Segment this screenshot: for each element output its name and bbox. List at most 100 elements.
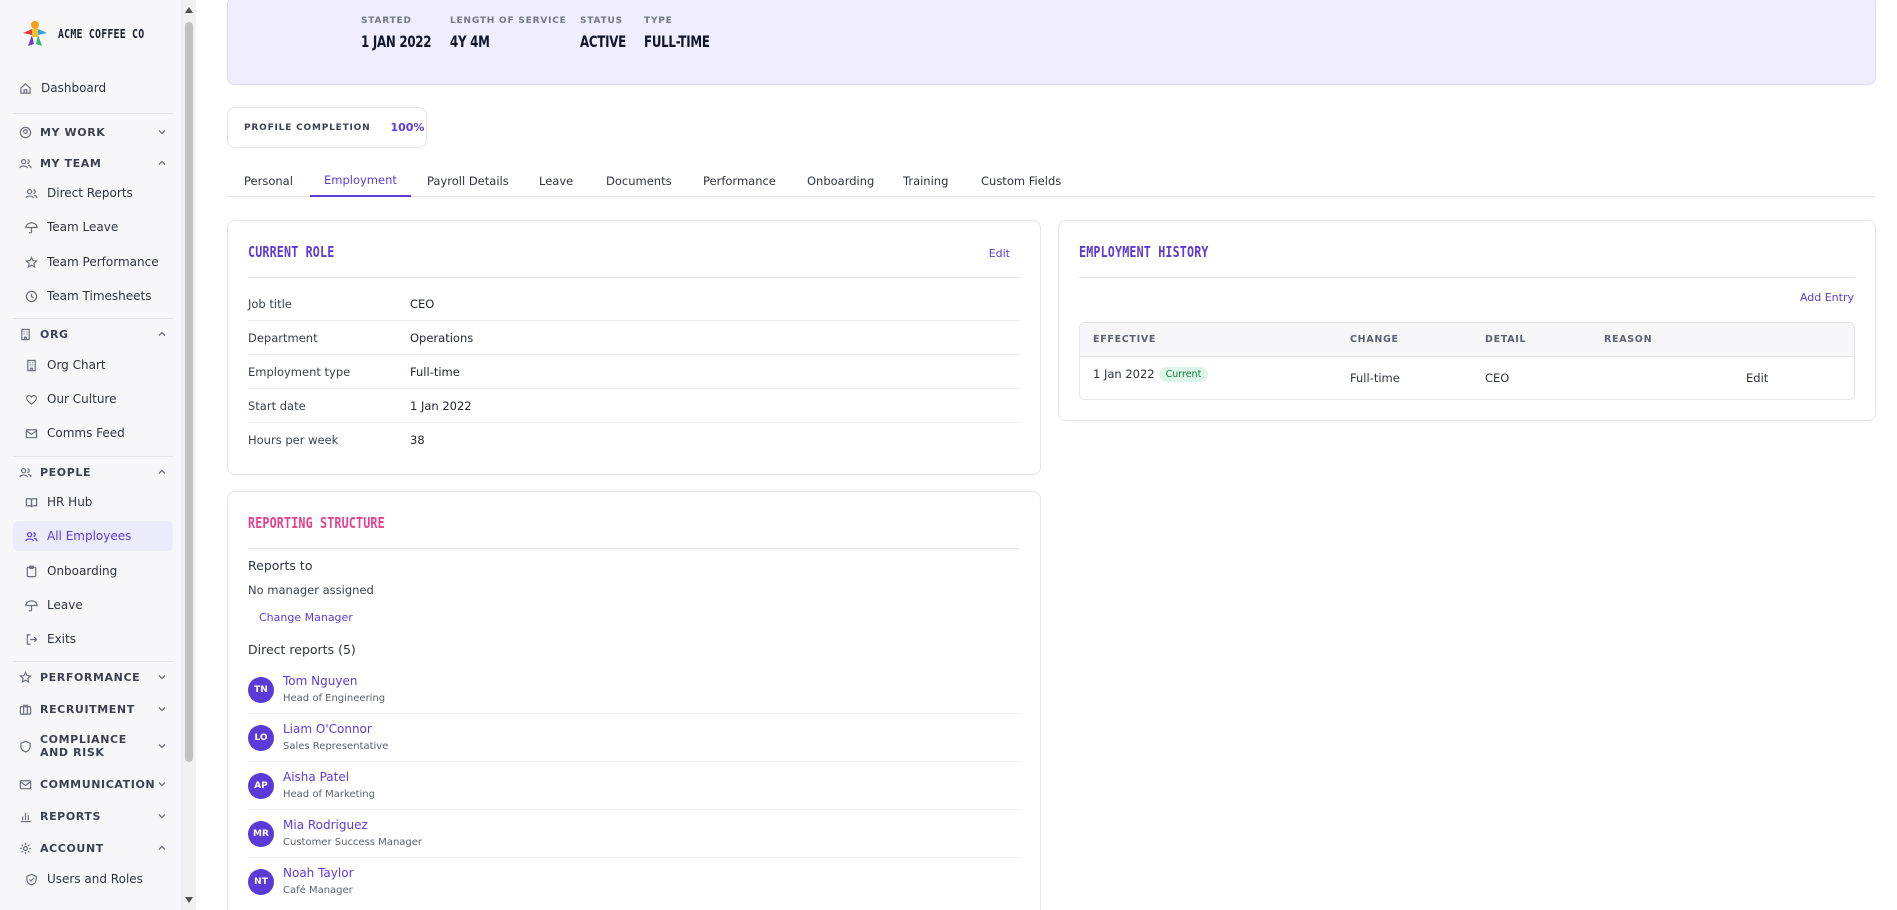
tab-employment[interactable]: Employment bbox=[310, 164, 411, 197]
direct-report-item[interactable]: TN Tom Nguyen Head of Engineering bbox=[248, 666, 1020, 714]
sidebar-item-label: Direct Reports bbox=[47, 186, 133, 200]
stat-value: 1 JAN 2022 bbox=[361, 32, 432, 51]
sidebar-item-all-employees[interactable]: All Employees bbox=[13, 521, 173, 551]
person-name[interactable]: Liam O'Connor bbox=[283, 722, 372, 736]
tab-documents[interactable]: Documents bbox=[606, 164, 672, 197]
briefcase-icon bbox=[18, 702, 32, 716]
sidebar-item-our-culture[interactable]: Our Culture bbox=[13, 384, 173, 414]
sidebar-item-onboarding[interactable]: Onboarding bbox=[13, 556, 173, 586]
sidebar-item-exits[interactable]: Exits bbox=[13, 624, 173, 654]
person-name[interactable]: Noah Taylor bbox=[283, 866, 354, 880]
sidebar-item-hr-hub[interactable]: HR Hub bbox=[13, 487, 173, 517]
section-compliance[interactable]: COMPLIANCE AND RISK bbox=[13, 730, 173, 762]
field-value: 1 Jan 2022 bbox=[410, 398, 472, 413]
avatar: TN bbox=[248, 677, 274, 703]
chevron-down-icon bbox=[158, 707, 166, 712]
section-account[interactable]: ACCOUNT bbox=[13, 836, 173, 860]
sidebar: ACME COFFEE CO Dashboard MY WORK MY TEAM… bbox=[0, 0, 182, 910]
field-value: CEO bbox=[410, 296, 435, 311]
stat-label: STARTED bbox=[361, 16, 412, 26]
section-performance[interactable]: PERFORMANCE bbox=[13, 665, 173, 689]
section-communication[interactable]: COMMUNICATION bbox=[13, 772, 173, 796]
field-row: Job title CEO bbox=[248, 287, 1020, 321]
scroll-up-arrow-icon[interactable] bbox=[184, 5, 194, 15]
avatar: AP bbox=[248, 773, 274, 799]
change-manager-button[interactable]: Change Manager bbox=[259, 611, 353, 624]
stat-type: TYPE FULL-TIME bbox=[644, 16, 724, 51]
section-people[interactable]: PEOPLE bbox=[13, 460, 173, 484]
section-my-team[interactable]: MY TEAM bbox=[13, 151, 173, 175]
building-icon bbox=[18, 327, 32, 341]
stat-length-of-service: LENGTH OF SERVICE 4Y 4M bbox=[450, 16, 567, 51]
sidebar-item-org-chart[interactable]: Org Chart bbox=[13, 350, 173, 380]
edit-history-button[interactable]: Edit bbox=[1746, 371, 1768, 385]
sidebar-item-leave[interactable]: Leave bbox=[13, 590, 173, 620]
column-header: DETAIL bbox=[1485, 334, 1527, 345]
change-cell: Full-time bbox=[1350, 371, 1400, 385]
direct-report-item[interactable]: LO Liam O'Connor Sales Representative bbox=[248, 714, 1020, 762]
sidebar-item-team-timesheets[interactable]: Team Timesheets bbox=[13, 281, 173, 311]
section-my-work[interactable]: MY WORK bbox=[13, 120, 173, 144]
umbrella-icon bbox=[24, 598, 38, 612]
add-entry-button[interactable]: Add Entry bbox=[1800, 291, 1854, 304]
sidebar-item-label: Exits bbox=[47, 632, 76, 646]
stat-value: ACTIVE bbox=[580, 32, 626, 51]
sidebar-item-team-performance[interactable]: Team Performance bbox=[13, 247, 173, 277]
tab-onboarding[interactable]: Onboarding bbox=[807, 164, 874, 197]
direct-reports-label: Direct reports (5) bbox=[248, 642, 356, 657]
sidebar-item-dashboard[interactable]: Dashboard bbox=[13, 73, 173, 103]
section-label: AND RISK bbox=[40, 746, 105, 759]
scroll-down-arrow-icon[interactable] bbox=[184, 895, 194, 905]
chevron-down-icon bbox=[158, 675, 166, 680]
direct-report-item[interactable]: AP Aisha Patel Head of Marketing bbox=[248, 762, 1020, 810]
user-circle-icon bbox=[18, 125, 32, 139]
stat-label: STATUS bbox=[580, 16, 623, 26]
table-header: EFFECTIVE CHANGE DETAIL REASON bbox=[1080, 323, 1854, 357]
users-icon bbox=[18, 465, 32, 479]
direct-report-item[interactable]: NT Noah Taylor Café Manager bbox=[248, 858, 1020, 906]
chevron-up-icon bbox=[158, 845, 166, 850]
section-label: PEOPLE bbox=[40, 465, 92, 479]
scrollbar-thumb[interactable] bbox=[185, 22, 193, 762]
section-org[interactable]: ORG bbox=[13, 322, 173, 346]
person-name[interactable]: Aisha Patel bbox=[283, 770, 349, 784]
section-label: REPORTS bbox=[40, 809, 101, 823]
tab-payroll-details[interactable]: Payroll Details bbox=[427, 164, 509, 197]
sidebar-scrollbar[interactable] bbox=[182, 0, 196, 910]
clipboard-icon bbox=[24, 564, 38, 578]
tab-custom-fields[interactable]: Custom Fields bbox=[981, 164, 1061, 197]
sidebar-item-users-and-roles[interactable]: Users and Roles bbox=[13, 864, 173, 894]
sidebar-item-label: Team Leave bbox=[47, 220, 119, 234]
tab-training[interactable]: Training bbox=[903, 164, 948, 197]
current-badge: Current bbox=[1158, 367, 1209, 382]
section-label: COMMUNICATION bbox=[40, 777, 156, 791]
reporting-structure-card: REPORTING STRUCTURE Reports to No manage… bbox=[227, 491, 1041, 910]
clock-icon bbox=[24, 289, 38, 303]
tab-leave[interactable]: Leave bbox=[539, 164, 573, 197]
users-icon bbox=[18, 156, 32, 170]
stat-label: TYPE bbox=[644, 16, 673, 26]
section-label: MY TEAM bbox=[40, 156, 102, 170]
sidebar-item-comms-feed[interactable]: Comms Feed bbox=[13, 418, 173, 448]
sidebar-item-direct-reports[interactable]: Direct Reports bbox=[13, 178, 173, 208]
section-reports[interactable]: REPORTS bbox=[13, 804, 173, 828]
edit-role-link[interactable]: Edit bbox=[989, 247, 1010, 260]
person-name[interactable]: Tom Nguyen bbox=[283, 674, 357, 688]
tab-personal[interactable]: Personal bbox=[244, 164, 293, 197]
brand[interactable]: ACME COFFEE CO bbox=[20, 18, 163, 50]
person-name[interactable]: Mia Rodriguez bbox=[283, 818, 368, 832]
tab-performance[interactable]: Performance bbox=[703, 164, 776, 197]
sidebar-item-label: All Employees bbox=[47, 529, 132, 543]
home-icon bbox=[18, 81, 32, 95]
person-role: Head of Engineering bbox=[283, 693, 386, 704]
section-label: COMPLIANCE bbox=[40, 733, 127, 746]
sidebar-item-label: Org Chart bbox=[47, 358, 106, 372]
direct-report-item[interactable]: MR Mia Rodriguez Customer Success Manage… bbox=[248, 810, 1020, 858]
profile-tabs: Personal Employment Payroll Details Leav… bbox=[227, 164, 1876, 197]
sidebar-item-team-leave[interactable]: Team Leave bbox=[13, 212, 173, 242]
sidebar-item-label: Our Culture bbox=[47, 392, 117, 406]
section-recruitment[interactable]: RECRUITMENT bbox=[13, 697, 173, 721]
effective-cell: 1 Jan 2022 Current bbox=[1093, 367, 1209, 382]
chevron-down-icon bbox=[158, 782, 166, 787]
avatar: NT bbox=[248, 869, 274, 895]
